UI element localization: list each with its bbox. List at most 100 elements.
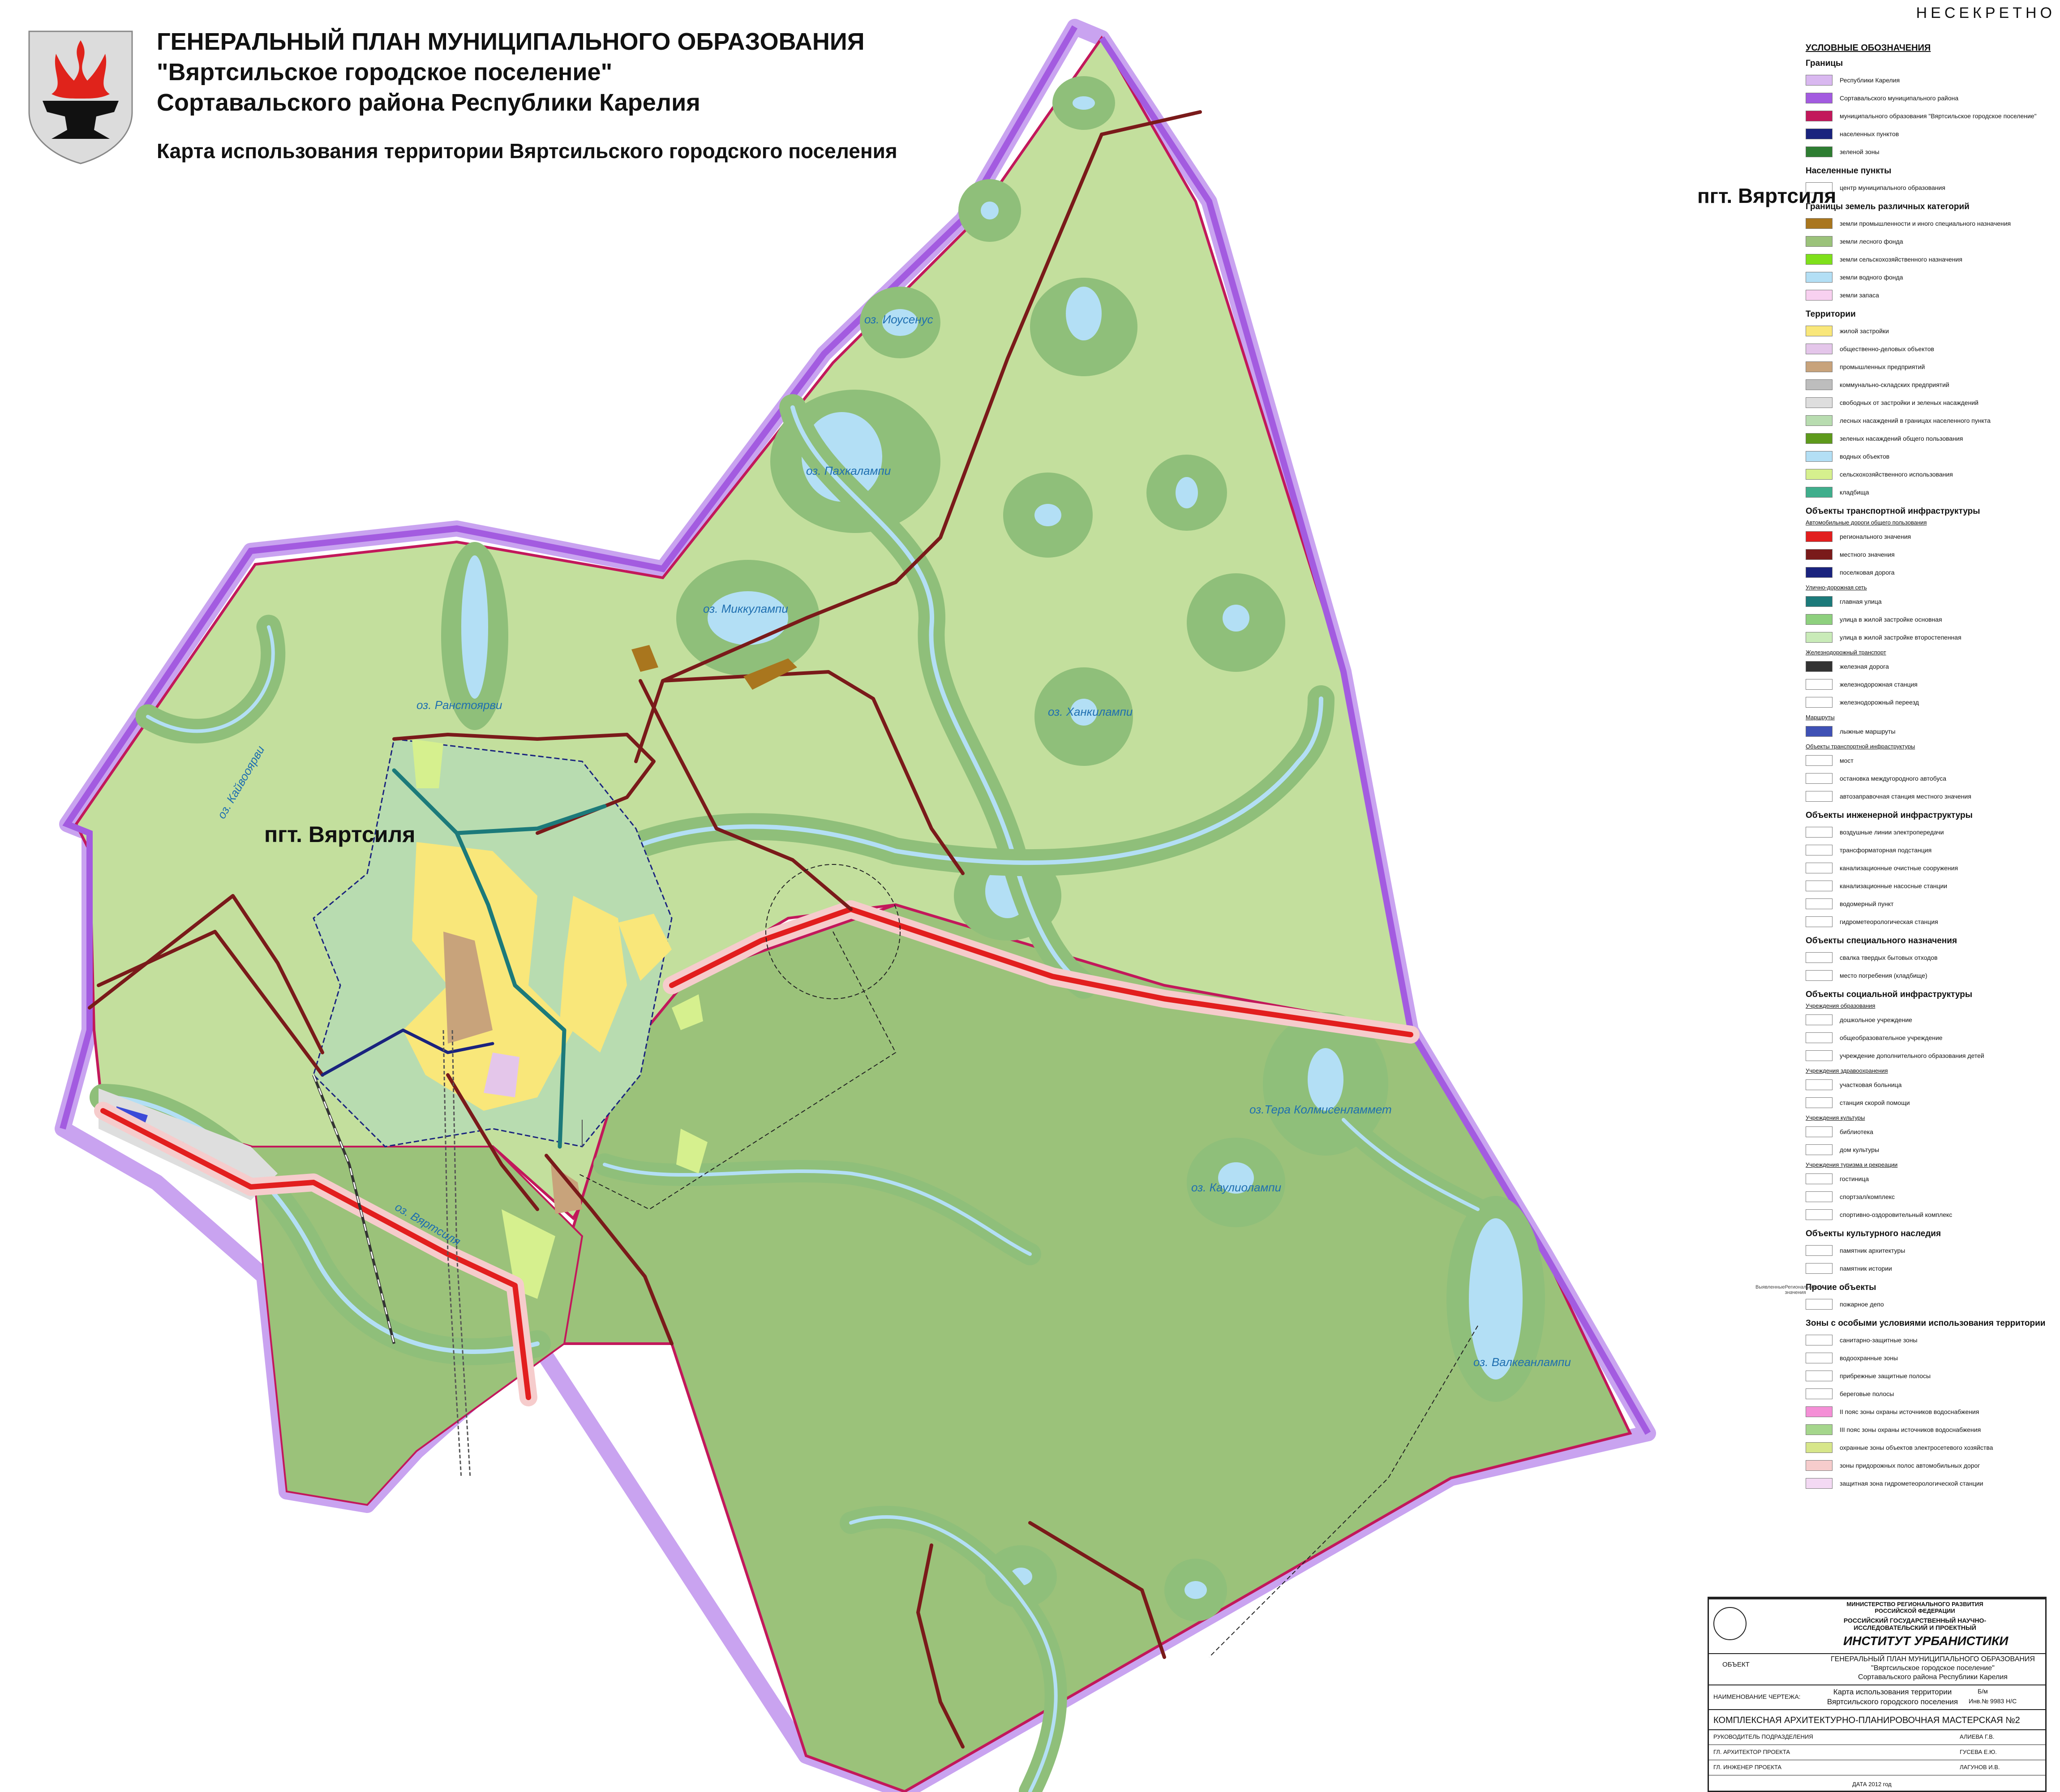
- legend-label: земли запаса: [1840, 292, 1879, 299]
- legend-swatch: [1806, 726, 1833, 737]
- map-subtitle: Карта использования территории Вяртсильс…: [157, 139, 897, 163]
- legend-item: участковая больница: [1806, 1076, 2056, 1094]
- stamp-object-3: Сортавальского района Республики Карелия: [1858, 1673, 2008, 1681]
- legend-section-title: Населенные пункты: [1806, 166, 1892, 176]
- legend-label: лыжные маршруты: [1840, 728, 1896, 735]
- legend-label: водоохранные зоны: [1840, 1354, 1898, 1362]
- legend-item: водоохранные зоны: [1806, 1349, 2056, 1367]
- legend-label: остановка междугородного автобуса: [1840, 775, 1946, 782]
- legend-label: зеленых насаждений общего пользования: [1840, 435, 1963, 442]
- legend-label: общеобразовательное учреждение: [1840, 1034, 1943, 1041]
- legend-label: общественно-деловых объектов: [1840, 345, 1934, 352]
- legend-label: центр муниципального образования: [1840, 184, 1945, 191]
- legend-swatch: [1806, 661, 1833, 672]
- legend-label: лесных насаждений в границах населенного…: [1840, 417, 1991, 424]
- legend-section-title: Объекты социальной инфраструктуры: [1806, 990, 1973, 999]
- stamp-inv-no: Инв.№ 9983 Н/С: [1969, 1697, 2017, 1705]
- legend-item: жилой застройки: [1806, 322, 2056, 340]
- legend-swatch: [1806, 469, 1833, 480]
- legend-swatch: [1806, 1388, 1833, 1399]
- legend-label: трансформаторная подстанция: [1840, 847, 1932, 854]
- legend-swatch: [1806, 236, 1833, 247]
- legend-label: свободных от застройки и зеленых насажде…: [1840, 399, 1978, 406]
- legend-label: улица в жилой застройке основная: [1840, 616, 1942, 623]
- legend-item: канализационные насосные станции: [1806, 877, 2056, 895]
- legend-swatch: [1806, 567, 1833, 578]
- legend-label: охранные зоны объектов электросетевого х…: [1840, 1444, 1993, 1451]
- stamp-role-2: ГЛ. АРХИТЕКТОР ПРОЕКТА: [1713, 1749, 1790, 1755]
- heritage-column-headers: Выявленные Регионального значения: [1755, 1285, 1827, 1295]
- svg-text:оз. Иоусенус: оз. Иоусенус: [864, 313, 933, 326]
- legend-label: дошкольное учреждение: [1840, 1016, 1912, 1023]
- legend-swatch: [1806, 1442, 1833, 1453]
- legend-item: водных объектов: [1806, 447, 2056, 465]
- svg-text:оз. Каулиолампи: оз. Каулиолампи: [1191, 1181, 1281, 1194]
- legend-item: защитная зона гидрометеорологической ста…: [1806, 1474, 2056, 1492]
- legend-item: населенных пунктов: [1806, 125, 2056, 143]
- legend-swatch: [1806, 1050, 1833, 1061]
- legend-swatch: [1806, 451, 1833, 462]
- legend-swatch: [1806, 326, 1833, 336]
- legend-label: защитная зона гидрометеорологической ста…: [1840, 1480, 1983, 1487]
- legend-swatch: [1806, 415, 1833, 426]
- legend-swatch: [1806, 290, 1833, 301]
- institute-logo-icon: [1713, 1607, 1747, 1640]
- legend-section-title: Границы земель различных категорий: [1806, 202, 1970, 211]
- legend-swatch: [1806, 1460, 1833, 1471]
- legend-item: общественно-деловых объектов: [1806, 340, 2056, 358]
- svg-text:оз. Ханкилампи: оз. Ханкилампи: [1048, 705, 1133, 718]
- stamp-drawing-2: Вяртсильского городского поселения: [1827, 1697, 1958, 1706]
- legend-swatch: [1806, 1173, 1833, 1184]
- legend-item: лесных насаждений в границах населенного…: [1806, 412, 2056, 430]
- legend-swatch: [1806, 679, 1833, 690]
- svg-text:оз. Миккулампи: оз. Миккулампи: [703, 602, 788, 615]
- legend-swatch: [1806, 218, 1833, 229]
- legend-section-title: Объекты специального назначения: [1806, 936, 1957, 945]
- legend-item: II пояс зоны охраны источников водоснабж…: [1806, 1403, 2056, 1421]
- legend-swatch: [1806, 1209, 1833, 1220]
- legend-section-title: Границы: [1806, 59, 1843, 68]
- legend-item: центр муниципального образования: [1806, 179, 2056, 197]
- stamp-institute-full: РОССИЙСКИЙ ГОСУДАРСТВЕННЫЙ НАУЧНО-ИССЛЕД…: [1843, 1617, 1987, 1631]
- legend-item: железнодорожный переезд: [1806, 693, 2056, 711]
- legend-label: поселковая дорога: [1840, 569, 1895, 576]
- legend-label: памятник архитектуры: [1840, 1247, 1906, 1254]
- legend-item: поселковая дорога: [1806, 563, 2056, 581]
- legend-item: учреждение дополнительного образования д…: [1806, 1047, 2056, 1065]
- legend-label: II пояс зоны охраны источников водоснабж…: [1840, 1408, 1979, 1415]
- legend-item: трансформаторная подстанция: [1806, 841, 2056, 859]
- legend-item: памятник истории: [1806, 1259, 2056, 1277]
- legend-section-title: Территории: [1806, 309, 1856, 319]
- legend-item: Сортавальского муниципального района: [1806, 89, 2056, 107]
- legend-label: регионального значения: [1840, 533, 1911, 540]
- stamp-role-3: ГЛ. ИНЖЕНЕР ПРОЕКТА: [1713, 1764, 1782, 1771]
- stamp-institute: ИНСТИТУТ УРБАНИСТИКИ: [1843, 1634, 2008, 1648]
- legend-section-title: Объекты культурного наследия: [1806, 1229, 1941, 1238]
- legend-item: земли лесного фонда: [1806, 232, 2056, 250]
- legend-swatch: [1806, 1032, 1833, 1043]
- legend-swatch: [1806, 361, 1833, 372]
- legend-label: коммунально-складских предприятий: [1840, 381, 1949, 388]
- legend-label: главная улица: [1840, 598, 1882, 605]
- stamp-date: ДАТА 2012 год: [1852, 1781, 1892, 1788]
- legend-subsection: Железнодорожный транспорт: [1806, 649, 1886, 656]
- legend-item: промышленных предприятий: [1806, 358, 2056, 376]
- legend-label: земли промышленности и иного специальног…: [1840, 220, 2011, 227]
- legend-item: автозаправочная станция местного значени…: [1806, 787, 2056, 805]
- legend-swatch: [1806, 397, 1833, 408]
- stamp-name-3: ЛАГУНОВ И.В.: [1960, 1764, 2000, 1771]
- legend-item: местного значения: [1806, 546, 2056, 563]
- coat-of-arms-icon: [28, 30, 133, 164]
- legend-item: регионального значения: [1806, 528, 2056, 546]
- territory-map[interactable]: оз. Иоусенус оз. Пахкалампи оз. Миккулам…: [0, 0, 1684, 1792]
- legend-swatch: [1806, 791, 1833, 802]
- legend-item: водомерный пункт: [1806, 895, 2056, 913]
- classification-stamp: НЕСЕКРЕТНО: [1916, 4, 2056, 21]
- stamp-ministry: МИНИСТЕРСТВО РЕГИОНАЛЬНОГО РАЗВИТИЯ РОСС…: [1846, 1601, 1983, 1614]
- legend-heading: УСЛОВНЫЕ ОБОЗНАЧЕНИЯ: [1806, 43, 1931, 53]
- legend-item: главная улица: [1806, 593, 2056, 610]
- legend-swatch: [1806, 75, 1833, 86]
- legend-label: III пояс зоны охраны источников водоснаб…: [1840, 1426, 1981, 1433]
- legend-label: кладбища: [1840, 489, 1869, 496]
- legend-label: водных объектов: [1840, 453, 1890, 460]
